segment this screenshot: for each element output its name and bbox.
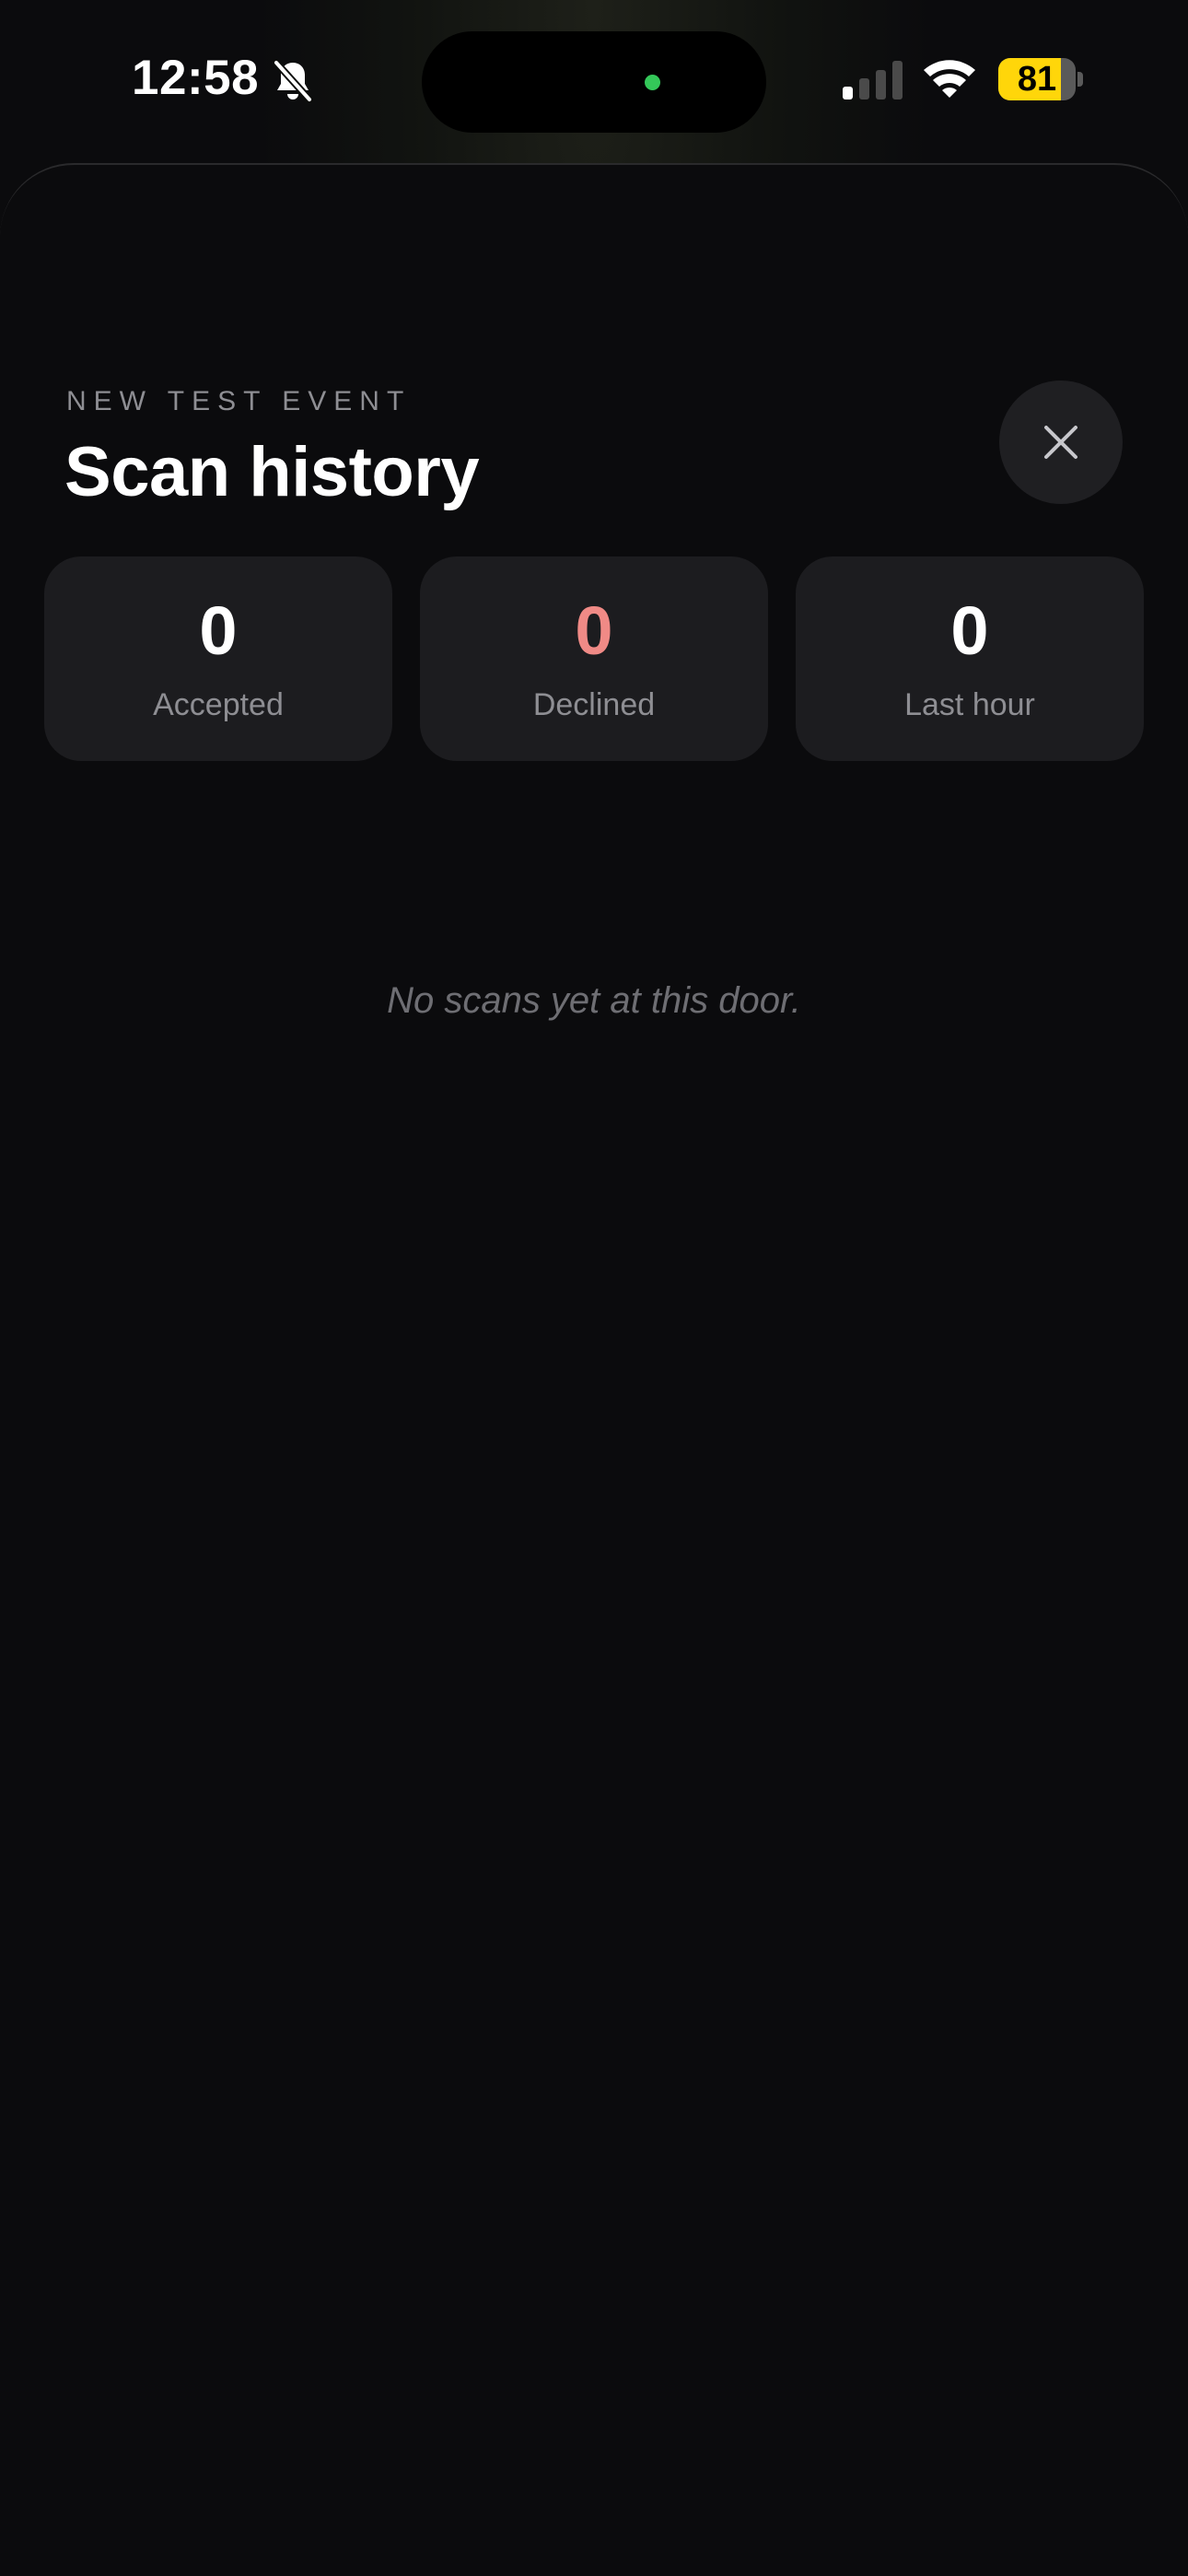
bell-slash-icon xyxy=(273,59,313,103)
close-icon xyxy=(1044,426,1077,459)
battery-cap xyxy=(1077,72,1083,87)
declined-count: 0 xyxy=(575,592,613,669)
accepted-count: 0 xyxy=(199,592,238,669)
stat-card-declined: 0 Declined xyxy=(420,556,768,761)
close-button[interactable] xyxy=(999,381,1123,504)
battery-icon: 81 xyxy=(998,58,1083,100)
status-bar: 12:58 81 xyxy=(0,0,1188,157)
scan-history-sheet: NEW TEST EVENT Scan history xyxy=(0,163,1188,2576)
event-name: NEW TEST EVENT xyxy=(66,386,412,416)
screen: 12:58 81 NEW TEST EVENT Scan history 0 A… xyxy=(0,0,1188,2576)
stat-card-accepted: 0 Accepted xyxy=(44,556,392,761)
camera-indicator-dot xyxy=(645,75,660,90)
battery-level: 81 xyxy=(1017,60,1057,99)
page-title: Scan history xyxy=(64,433,480,511)
stat-card-last-hour: 0 Last hour xyxy=(796,556,1144,761)
empty-state-message: No scans yet at this door. xyxy=(387,980,801,1021)
cellular-signal-icon xyxy=(843,61,903,100)
declined-label: Declined xyxy=(532,687,656,722)
stats-row: 0 Accepted 0 Declined 0 Last hour xyxy=(44,556,1144,761)
battery-body: 81 xyxy=(998,58,1076,100)
last-hour-count: 0 xyxy=(950,592,989,669)
dynamic-island xyxy=(422,31,766,133)
last-hour-label: Last hour xyxy=(904,687,1035,722)
wifi-icon xyxy=(924,60,975,98)
accepted-label: Accepted xyxy=(153,687,284,722)
status-time: 12:58 xyxy=(132,51,260,105)
